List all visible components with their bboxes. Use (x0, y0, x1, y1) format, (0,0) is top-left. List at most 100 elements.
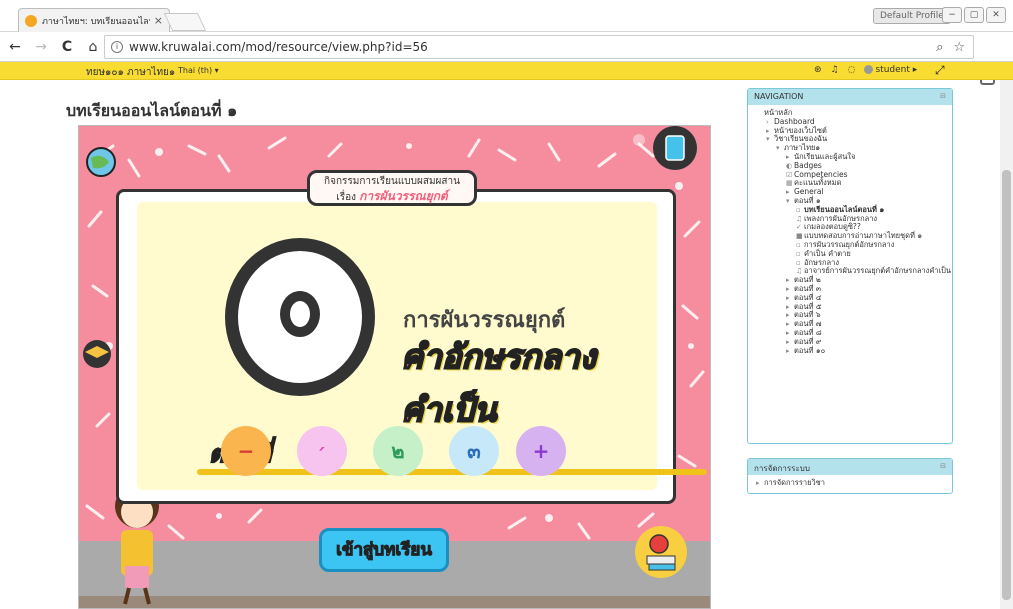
nav-item-icon: ▸ (786, 346, 790, 355)
collapse-icon[interactable]: ⊟ (940, 462, 946, 470)
tone-mark-4: ๓ (449, 426, 499, 476)
new-tab-button[interactable] (163, 13, 207, 31)
nav-item[interactable]: ◐ Badges (756, 160, 952, 171)
window-controls: − ▢ ✕ (942, 7, 1006, 23)
administration-tree: ▸ การจัดการรายวิชา (748, 475, 952, 488)
administration-title: การจัดการระบบ (754, 464, 810, 473)
reload-button[interactable]: C (56, 39, 78, 55)
circle-settings-icon[interactable]: ⊛ (814, 65, 822, 75)
nav-item-icon: ✓ (796, 223, 802, 232)
site-favicon-icon (25, 14, 37, 27)
nav-item-label: Badges (794, 160, 822, 170)
nav-item-label: บทเรียนออนไลน์ตอนที่ ๑ (804, 204, 885, 214)
bookmark-star-icon[interactable]: ☆ (953, 40, 965, 55)
lesson-content-frame: การผันวรรณยุกต์ คำอักษรกลางคำเป็น ตอนที่… (78, 125, 711, 609)
nav-item-icon: ☑ (786, 170, 793, 179)
nav-item-icon: ▸ (786, 311, 790, 320)
activity-tag-topic: การผันวรรณยุกต์ (359, 189, 448, 203)
minimize-icon[interactable]: − (942, 7, 962, 23)
nav-item-label: ตอนที่ ๘ (794, 327, 822, 337)
nav-item-label: ตอนที่ ๗ (794, 319, 822, 329)
nav-item-icon: ▾ (776, 144, 780, 153)
nav-item-label: หน้าของเว็บไซต์ (774, 125, 827, 135)
nav-item-icon: ▸ (786, 293, 790, 302)
nav-item[interactable]: ♫ อาจารย์การผันวรรณยุกต์คำอักษรกลางคำเป็น (756, 266, 952, 276)
nav-item-icon: ▫ (796, 205, 801, 214)
site-name-link[interactable]: ทยษ๑๐๑ ภาษาไทย๑ (86, 65, 175, 80)
tab-close-icon[interactable]: × (154, 14, 163, 27)
nav-item[interactable]: ▦คะแนนทั้งหมด (756, 178, 952, 188)
nav-item-icon: ▸ (786, 328, 790, 337)
nav-item[interactable]: ▸ ตอนที่ ๔ (756, 293, 952, 303)
user-menu-area: ⊛ ♫ ◌ student ▸ (814, 65, 917, 75)
nav-item-label: เพลงการผันอักษรกลาง (804, 213, 878, 223)
nav-item[interactable]: ▸ ตอนที่ ๙ (756, 336, 952, 347)
administration-block-header: การจัดการระบบ ⊟ (748, 459, 952, 475)
nav-item-icon: ◐ (786, 161, 793, 170)
activity-tag: กิจกรรมการเรียนแบบผสมผสาน เรื่อง การผันว… (307, 170, 477, 206)
navigation-block: NAVIGATION ⊟ หน้าหลัก › Dashboard ▸ หน้าของเ… (747, 88, 953, 444)
activity-tag-line1: กิจกรรมการเรียนแบบผสมผสาน (324, 176, 460, 187)
url-text: www.kruwalai.com/mod/resource/view.php?i… (129, 40, 428, 54)
collapse-icon[interactable]: ⊟ (940, 92, 946, 100)
language-menu[interactable]: Thai (th) ▾ (178, 66, 219, 75)
nav-item[interactable]: ▸ ตอนที่ ๘ (756, 327, 952, 338)
nav-item-icon: ▸ (786, 337, 790, 346)
maximize-icon[interactable]: ▢ (964, 7, 984, 23)
messages-icon[interactable]: ◌ (848, 65, 856, 75)
nav-item[interactable]: ▫ คำเป็น คำตาย (756, 248, 952, 259)
page-scrollbar[interactable] (1000, 80, 1013, 609)
nav-item-icon: ■ (796, 232, 803, 241)
enter-lesson-button[interactable]: เข้าสู่บทเรียน (319, 528, 449, 572)
home-button[interactable]: ⌂ (82, 39, 104, 55)
nav-item[interactable]: ▸ นักเรียนและผู้สนใจ (756, 151, 952, 162)
nav-item-label: คำเป็น คำตาย (804, 248, 851, 258)
profile-button[interactable]: Default Profile (873, 8, 951, 24)
nav-item[interactable]: ▸ General (756, 187, 952, 197)
nav-item-label: ตอนที่ ๙ (794, 336, 822, 346)
nav-item[interactable]: ▸ ตอนที่ ๗ (756, 319, 952, 329)
nav-item-label: คะแนนทั้งหมด (794, 178, 842, 188)
nav-item-icon: ▸ (786, 152, 790, 161)
back-button[interactable]: ← (4, 39, 26, 55)
nav-item[interactable]: ▸ ตอนที่ ๕ (756, 302, 952, 312)
nav-item[interactable]: ▸ ตอนที่ ๓ (756, 284, 952, 294)
url-field[interactable]: i www.kruwalai.com/mod/resource/view.php… (104, 35, 974, 59)
nav-item-label: เกมลองตอบดูซิ?? (804, 222, 861, 232)
tone-mark-1: − (221, 426, 271, 476)
expand-arrow-icon: ▸ (756, 479, 760, 487)
nav-item[interactable]: ▸ ตอนที่ ๑๐ (756, 346, 952, 356)
close-window-icon[interactable]: ✕ (986, 7, 1006, 23)
nav-item-icon: ▸ (786, 320, 790, 329)
nav-item-label: ภาษาไทย๑ (784, 143, 821, 153)
nav-item[interactable]: ▸ ตอนที่ ๒ (756, 275, 952, 285)
user-menu[interactable]: student ▸ (864, 65, 917, 75)
tab-title: ภาษาไทยฯ: บทเรียนออนไลน์ตอ (42, 16, 150, 27)
nav-item-icon: ♫ (796, 214, 803, 223)
zoom-icon[interactable]: ⌕ (936, 40, 943, 55)
nav-item-icon: ▸ (766, 126, 770, 135)
scrollbar-thumb[interactable] (1002, 170, 1011, 600)
fullscreen-expand-icon[interactable]: ⤢ (935, 63, 945, 78)
nav-item-label: หน้าหลัก (764, 108, 793, 117)
admin-item[interactable]: ▸ การจัดการรายวิชา (756, 478, 952, 488)
nav-item-label: นักเรียนและผู้สนใจ (794, 151, 856, 161)
tone-mark-2: ׳ (297, 426, 347, 476)
big-number-one-graphic (225, 238, 375, 396)
nav-item[interactable]: ☑ Competencies (756, 170, 952, 180)
nav-item[interactable]: ▸ ตอนที่ ๖ (756, 310, 952, 320)
forward-button[interactable]: → (30, 39, 52, 55)
navigation-tree: หน้าหลัก › Dashboard ▸ หน้าของเว็บไซต์ ▾ วิชาเ… (748, 105, 952, 355)
nav-item[interactable]: ▫ การผันวรรณยุกต์อักษรกลาง (756, 240, 952, 250)
nav-item-label: อาจารย์การผันวรรณยุกต์คำอักษรกลางคำเป็น (804, 266, 952, 276)
browser-tab[interactable]: ภาษาไทยฯ: บทเรียนออนไลน์ตอ × (18, 8, 170, 32)
notification-bell-icon[interactable]: ♫ (831, 65, 839, 75)
nav-item-label: Dashboard (774, 116, 815, 126)
nav-item-icon: ▦ (786, 179, 793, 188)
nav-item-icon: ▫ (796, 258, 801, 267)
info-icon[interactable]: i (111, 41, 123, 53)
admin-item-label: การจัดการรายวิชา (764, 478, 825, 487)
nav-item-icon: › (766, 117, 769, 126)
nav-item-label: ตอนที่ ๑ (794, 195, 821, 205)
administration-block: การจัดการระบบ ⊟ ▸ การจัดการรายวิชา (747, 458, 953, 494)
